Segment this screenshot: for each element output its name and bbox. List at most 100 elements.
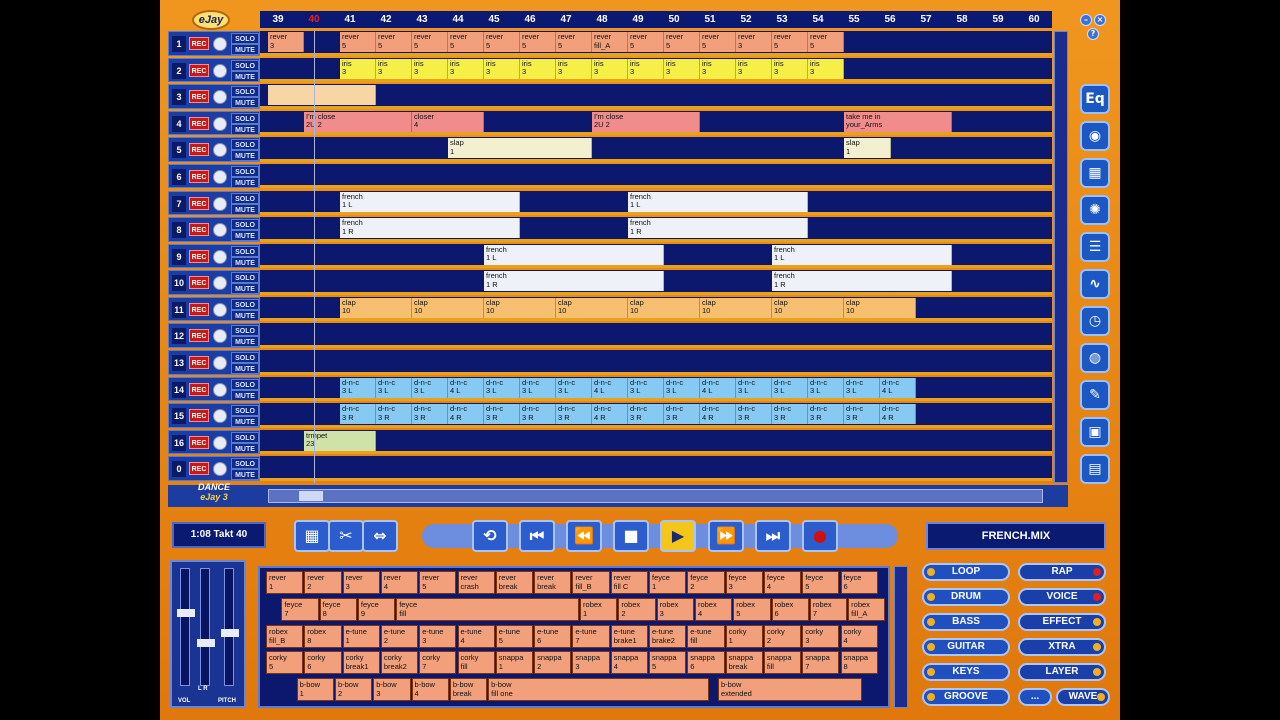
mute-button[interactable]: MUTE: [231, 442, 259, 454]
category-xtra-button[interactable]: XTRA: [1018, 638, 1106, 656]
sample-clip[interactable]: slap 1: [448, 138, 592, 159]
sample-tile[interactable]: e-tune 7: [572, 624, 610, 648]
sample-clip[interactable]: clap 10: [340, 297, 412, 318]
track-volume-knob[interactable]: [213, 116, 227, 131]
sample-clip[interactable]: slap 1: [844, 138, 891, 159]
sample-tile[interactable]: snappa 1: [495, 651, 534, 675]
track-lane[interactable]: french 1 L french 1 L: [260, 243, 1052, 269]
sample-clip[interactable]: iris 3: [592, 58, 628, 79]
sample-clip[interactable]: rever 5: [664, 32, 700, 52]
bar-number-49[interactable]: 49: [620, 11, 656, 28]
sample-tile[interactable]: corky fill: [457, 651, 495, 675]
track-volume-knob[interactable]: [213, 169, 227, 184]
sample-tile[interactable]: robex 7: [809, 597, 848, 621]
pitch-fader-knob[interactable]: [221, 629, 239, 637]
sample-tile[interactable]: feyce 8: [319, 597, 357, 621]
sample-clip[interactable]: iris 3: [376, 58, 412, 79]
category-wave-button[interactable]: WAVE: [1056, 688, 1110, 706]
horizontal-scroll-thumb[interactable]: [299, 491, 323, 501]
sample-tile[interactable]: b-bow fill one: [488, 678, 710, 702]
bar-number-59[interactable]: 59: [980, 11, 1016, 28]
bar-number-58[interactable]: 58: [944, 11, 980, 28]
track-lane[interactable]: [260, 163, 1052, 189]
sample-tile[interactable]: b-bow extended: [717, 678, 863, 702]
sample-tile[interactable]: robex 2: [618, 597, 656, 621]
track-volume-knob[interactable]: [213, 196, 227, 211]
record-arm-button[interactable]: REC: [189, 143, 209, 157]
sample-clip[interactable]: rever 5: [448, 32, 484, 52]
sample-tile[interactable]: robex 8: [304, 624, 342, 648]
sample-clip[interactable]: rever 5: [376, 32, 412, 52]
record-arm-button[interactable]: REC: [189, 37, 209, 50]
solo-button[interactable]: SOLO: [231, 431, 259, 443]
edit-grid-button[interactable]: ▦: [294, 520, 330, 552]
record-arm-button[interactable]: REC: [189, 302, 209, 316]
category-rap-button[interactable]: RAP: [1018, 563, 1106, 581]
track-volume-knob[interactable]: [213, 276, 227, 291]
sample-clip[interactable]: d-n-c 3 R: [340, 404, 376, 425]
sample-tile[interactable]: robex 3: [656, 597, 694, 621]
sample-clip[interactable]: french 1 R: [340, 218, 520, 239]
mute-button[interactable]: MUTE: [231, 150, 259, 162]
solo-button[interactable]: SOLO: [231, 245, 259, 257]
wave-button[interactable]: ∿: [1080, 269, 1110, 299]
sample-tile[interactable]: feyce 3: [725, 571, 763, 594]
sample-tile[interactable]: e-tune brake2: [649, 624, 687, 648]
track-volume-knob[interactable]: [213, 302, 227, 317]
sample-clip[interactable]: d-n-c 4 R: [700, 404, 736, 425]
save-button[interactable]: ▣: [1080, 417, 1110, 447]
sample-clip[interactable]: d-n-c 3 R: [484, 404, 520, 425]
skip-back-button[interactable]: ⏮: [519, 520, 555, 552]
sample-clip[interactable]: d-n-c 3 R: [556, 404, 592, 425]
sample-clip[interactable]: iris 3: [412, 58, 448, 79]
sample-clip[interactable]: d-n-c 3 R: [772, 404, 808, 425]
spiral-button[interactable]: ✺: [1080, 195, 1110, 225]
sample-clip[interactable]: iris 3: [736, 58, 772, 79]
sample-clip[interactable]: french 1 L: [484, 244, 664, 265]
sample-clip[interactable]: rever 5: [808, 32, 844, 52]
record-arm-button[interactable]: REC: [189, 196, 209, 210]
bar-number-45[interactable]: 45: [476, 11, 512, 28]
record-arm-button[interactable]: REC: [189, 435, 209, 449]
sample-clip[interactable]: iris 3: [772, 58, 808, 79]
mixer-button[interactable]: ☰: [1080, 232, 1110, 262]
track-lane[interactable]: iris 3 iris 3 iris 3 iris 3 iris 3 iris 3 iris…: [260, 57, 1052, 83]
track-volume-knob[interactable]: [213, 382, 227, 397]
track-lane[interactable]: d-n-c 3 Ld-n-c 3 Ld-n-c 3 Ld-n-c 4 Ld-n-…: [260, 376, 1052, 402]
sample-tile[interactable]: feyce 4: [763, 571, 802, 594]
help-icon[interactable]: ?: [1087, 28, 1099, 40]
sample-clip[interactable]: clap 10: [700, 297, 772, 318]
sample-clip[interactable]: I'm close 2U 2: [304, 111, 412, 132]
sample-clip[interactable]: I'm close 2U 2: [592, 111, 700, 132]
sample-tile[interactable]: robex 5: [733, 597, 771, 621]
category-voice-button[interactable]: VOICE: [1018, 588, 1106, 606]
volume-fader-knob[interactable]: [177, 609, 195, 617]
bar-number-57[interactable]: 57: [908, 11, 944, 28]
sample-clip[interactable]: iris 3: [700, 58, 736, 79]
sample-clip[interactable]: d-n-c 3 L: [844, 377, 880, 398]
track-lane[interactable]: clap 10 clap 10 clap 10 clap 10 clap 10 clap …: [260, 296, 1052, 322]
sample-clip[interactable]: clap 10: [844, 297, 916, 318]
sample-clip[interactable]: iris 3: [484, 58, 520, 79]
equalizer-button[interactable]: Eq: [1080, 84, 1110, 114]
mute-button[interactable]: MUTE: [231, 203, 259, 215]
record-arm-button[interactable]: REC: [189, 462, 209, 476]
solo-button[interactable]: SOLO: [231, 272, 259, 284]
track-volume-knob[interactable]: [213, 409, 227, 424]
record-arm-button[interactable]: REC: [189, 329, 209, 343]
track-volume-knob[interactable]: [213, 90, 227, 105]
sample-clip[interactable]: d-n-c 4 R: [592, 404, 628, 425]
sample-tile[interactable]: feyce 1: [649, 571, 687, 594]
sample-clip[interactable]: rever 5: [700, 32, 736, 52]
sample-tile[interactable]: corky 3: [802, 624, 840, 648]
track-volume-knob[interactable]: [213, 329, 227, 344]
sample-clip[interactable]: rever 5: [484, 32, 520, 52]
sample-clip[interactable]: d-n-c 3 L: [412, 377, 448, 398]
sample-clip[interactable]: d-n-c 3 R: [628, 404, 664, 425]
sample-clip[interactable]: d-n-c 4 R: [448, 404, 484, 425]
sample-tile[interactable]: corky break1: [342, 651, 380, 675]
solo-button[interactable]: SOLO: [231, 33, 259, 44]
sample-clip[interactable]: iris 3: [340, 58, 376, 79]
close-icon[interactable]: ×: [1094, 14, 1106, 26]
sample-tile[interactable]: feyce 7: [281, 597, 319, 621]
